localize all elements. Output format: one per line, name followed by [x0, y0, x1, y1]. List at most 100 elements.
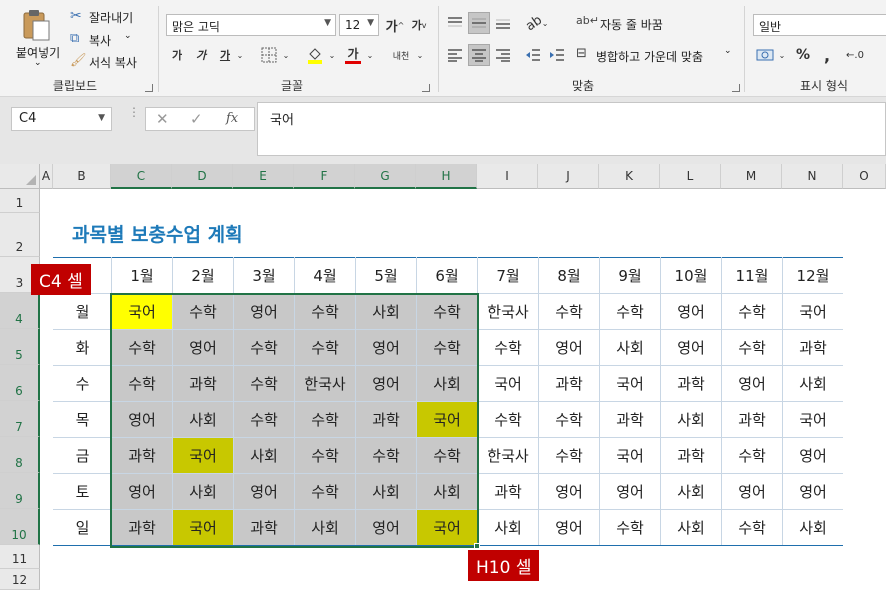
- name-box[interactable]: C4 ▼: [11, 107, 112, 131]
- cancel-icon[interactable]: ✕: [156, 110, 169, 128]
- font-size-select[interactable]: 12 ▼: [339, 14, 379, 36]
- day-label[interactable]: 수: [54, 366, 111, 401]
- table-cell[interactable]: 사회: [783, 510, 843, 545]
- table-cell[interactable]: 과학: [661, 366, 721, 401]
- cut-button[interactable]: ✂ 잘라내기: [70, 8, 150, 28]
- chevron-down-icon[interactable]: ⌄: [280, 44, 292, 66]
- row-header-5[interactable]: 5: [0, 329, 40, 365]
- chevron-down-icon[interactable]: ⌄: [34, 58, 42, 68]
- column-header-e[interactable]: E: [233, 164, 294, 189]
- increase-indent-button[interactable]: [546, 44, 568, 66]
- table-cell[interactable]: 수학: [722, 510, 782, 545]
- row-header-4[interactable]: 4: [0, 293, 40, 329]
- month-header[interactable]: 11월: [722, 258, 782, 293]
- row-header-6[interactable]: 6: [0, 365, 40, 401]
- table-cell[interactable]: 국어: [783, 402, 843, 437]
- column-header-b[interactable]: B: [53, 164, 111, 189]
- accounting-format-button[interactable]: [754, 44, 776, 66]
- month-header[interactable]: 9월: [600, 258, 660, 293]
- month-header[interactable]: 10월: [661, 258, 721, 293]
- table-cell[interactable]: 수학: [722, 294, 782, 329]
- formula-input[interactable]: 국어: [257, 102, 886, 156]
- row-header-7[interactable]: 7: [0, 401, 40, 437]
- dialog-launcher-icon[interactable]: [422, 84, 430, 92]
- number-format-select[interactable]: 일반: [753, 14, 886, 36]
- table-cell[interactable]: 국어: [600, 438, 660, 473]
- table-cell[interactable]: 수학: [539, 438, 599, 473]
- day-label[interactable]: 목: [54, 402, 111, 437]
- table-cell[interactable]: 과학: [783, 330, 843, 365]
- day-label[interactable]: 월: [54, 294, 111, 329]
- align-middle-button[interactable]: [468, 12, 490, 34]
- copy-button[interactable]: ⧉ 복사 ⌄: [70, 31, 150, 51]
- insert-function-icon[interactable]: fx: [226, 111, 238, 126]
- chevron-down-icon[interactable]: ⌄: [124, 31, 132, 41]
- table-cell[interactable]: 영어: [722, 474, 782, 509]
- table-cell[interactable]: 영어: [539, 330, 599, 365]
- table-cell[interactable]: 영어: [722, 366, 782, 401]
- align-bottom-button[interactable]: [492, 12, 514, 34]
- table-cell[interactable]: 사회: [661, 402, 721, 437]
- month-header[interactable]: 12월: [783, 258, 843, 293]
- column-header-k[interactable]: K: [599, 164, 660, 189]
- paste-button[interactable]: 붙여넣기 ⌄: [10, 8, 62, 72]
- wrap-text-button[interactable]: ab↵ 자동 줄 바꿈: [576, 14, 686, 34]
- percent-button[interactable]: %: [792, 44, 814, 66]
- italic-button[interactable]: 가: [190, 44, 212, 66]
- table-cell[interactable]: 과학: [661, 438, 721, 473]
- table-cell[interactable]: 수학: [539, 294, 599, 329]
- table-cell[interactable]: 수학: [722, 438, 782, 473]
- column-header-h[interactable]: H: [416, 164, 477, 189]
- row-header-10[interactable]: 10: [0, 509, 40, 545]
- table-cell[interactable]: 영어: [600, 474, 660, 509]
- column-header-n[interactable]: N: [782, 164, 843, 189]
- column-header-d[interactable]: D: [172, 164, 233, 189]
- month-header[interactable]: 6월: [417, 258, 477, 293]
- table-cell[interactable]: 사회: [600, 330, 660, 365]
- row-header-2[interactable]: 2: [0, 213, 40, 257]
- table-cell[interactable]: 국어: [478, 366, 538, 401]
- decrease-indent-button[interactable]: [522, 44, 544, 66]
- decrease-font-button[interactable]: 가v: [408, 14, 430, 36]
- month-header[interactable]: 1월: [112, 258, 172, 293]
- chevron-down-icon[interactable]: ⌄: [326, 44, 338, 66]
- select-all-button[interactable]: [0, 164, 40, 189]
- table-cell[interactable]: 사회: [783, 366, 843, 401]
- table-cell[interactable]: 과학: [478, 474, 538, 509]
- font-name-select[interactable]: 맑은 고딕 ▼: [166, 14, 336, 36]
- month-header[interactable]: 7월: [478, 258, 538, 293]
- day-label[interactable]: 금: [54, 438, 111, 473]
- phonetic-button[interactable]: 내천: [386, 44, 416, 66]
- chevron-down-icon[interactable]: ⌄: [776, 44, 788, 66]
- table-cell[interactable]: 한국사: [478, 294, 538, 329]
- column-header-c[interactable]: C: [111, 164, 172, 189]
- chevron-down-icon[interactable]: ⌄: [724, 46, 732, 56]
- month-header[interactable]: 4월: [295, 258, 355, 293]
- column-header-l[interactable]: L: [660, 164, 721, 189]
- table-cell[interactable]: 과학: [600, 402, 660, 437]
- align-left-button[interactable]: [444, 44, 466, 66]
- chevron-down-icon[interactable]: ⌄: [364, 44, 376, 66]
- table-cell[interactable]: 영어: [539, 474, 599, 509]
- column-header-a[interactable]: A: [40, 164, 53, 189]
- table-cell[interactable]: 과학: [722, 402, 782, 437]
- table-cell[interactable]: 수학: [478, 402, 538, 437]
- month-header[interactable]: 5월: [356, 258, 416, 293]
- column-header-f[interactable]: F: [294, 164, 355, 189]
- day-label[interactable]: 토: [54, 474, 111, 509]
- align-center-button[interactable]: [468, 44, 490, 66]
- table-cell[interactable]: 수학: [600, 510, 660, 545]
- table-cell[interactable]: 국어: [783, 294, 843, 329]
- day-label[interactable]: 화: [54, 330, 111, 365]
- table-cell[interactable]: 사회: [661, 510, 721, 545]
- increase-decimal-button[interactable]: ←.0: [844, 44, 866, 66]
- chevron-down-icon[interactable]: ⌄: [234, 44, 246, 66]
- underline-button[interactable]: 가: [214, 44, 236, 66]
- month-header[interactable]: 3월: [234, 258, 294, 293]
- format-painter-button[interactable]: 🖌 서식 복사: [70, 53, 150, 73]
- month-header[interactable]: 2월: [173, 258, 233, 293]
- column-header-i[interactable]: I: [477, 164, 538, 189]
- column-header-j[interactable]: J: [538, 164, 599, 189]
- table-cell[interactable]: 영어: [539, 510, 599, 545]
- row-header-8[interactable]: 8: [0, 437, 40, 473]
